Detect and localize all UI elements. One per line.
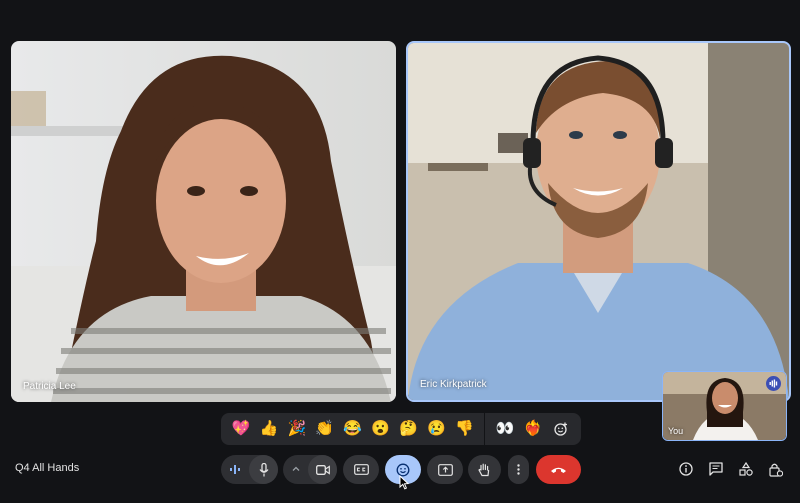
meeting-title: Q4 All Hands <box>15 462 80 474</box>
reaction-laughing[interactable]: 😂 <box>339 413 367 445</box>
participant-name: Eric Kirkpatrick <box>420 379 487 390</box>
captions-button[interactable] <box>343 455 379 484</box>
microphone-group <box>221 455 278 484</box>
more-vert-icon <box>517 464 520 475</box>
present-screen-button[interactable] <box>427 455 463 484</box>
activities-button[interactable] <box>738 461 754 477</box>
microphone-button[interactable] <box>249 455 278 484</box>
camera-group <box>283 455 337 484</box>
reaction-surprised[interactable]: 😮 <box>367 413 395 445</box>
reaction-thumbs-up[interactable]: 👍 <box>255 413 283 445</box>
reaction-eyes[interactable]: 👀 <box>491 413 519 445</box>
microphone-icon <box>259 462 268 476</box>
add-reaction-icon[interactable] <box>547 413 575 445</box>
host-controls-lock-icon <box>769 463 783 477</box>
more-options-button[interactable] <box>508 455 529 484</box>
participant-tile-patricia[interactable]: Patricia Lee <box>11 41 396 402</box>
participant-tile-eric[interactable]: Eric Kirkpatrick <box>406 41 791 402</box>
reaction-party-popper[interactable]: 🎉 <box>283 413 311 445</box>
participant-video-eric <box>408 43 789 400</box>
reaction-sad[interactable]: 😢 <box>422 413 450 445</box>
host-controls-button[interactable] <box>768 461 784 477</box>
present-screen-icon <box>437 463 453 476</box>
captions-icon <box>353 464 369 475</box>
chat-button[interactable] <box>708 461 724 477</box>
reaction-clapping[interactable]: 👏 <box>311 413 339 445</box>
chat-icon <box>709 462 723 476</box>
reaction-thinking[interactable]: 🤔 <box>395 413 423 445</box>
self-view-tile[interactable]: You <box>662 371 787 441</box>
participant-video-patricia <box>11 41 396 402</box>
camera-button[interactable] <box>308 455 337 484</box>
reactions-bar: 💖 👍 🎉 👏 😂 😮 🤔 😢 👎 👀 ❤️‍🔥 <box>221 413 581 445</box>
raise-hand-icon <box>478 463 490 476</box>
speaking-indicator-icon <box>766 376 781 391</box>
camera-options-chevron-icon[interactable] <box>291 464 301 474</box>
reaction-heart-on-fire[interactable]: ❤️‍🔥 <box>519 413 547 445</box>
audio-level-icon <box>230 464 240 475</box>
activities-icon <box>739 462 753 476</box>
camera-icon <box>315 464 330 475</box>
reaction-thumbs-down[interactable]: 👎 <box>450 413 478 445</box>
participant-name: Patricia Lee <box>23 381 76 392</box>
raise-hand-button[interactable] <box>468 455 501 484</box>
end-call-icon <box>551 467 566 473</box>
participant-name: You <box>668 426 684 436</box>
leave-call-button[interactable] <box>536 455 581 484</box>
info-icon <box>679 462 693 476</box>
reactions-divider <box>484 413 486 445</box>
meeting-details-button[interactable] <box>678 461 694 477</box>
mouse-cursor-icon <box>399 475 409 490</box>
reaction-sparkling-heart[interactable]: 💖 <box>227 413 255 445</box>
